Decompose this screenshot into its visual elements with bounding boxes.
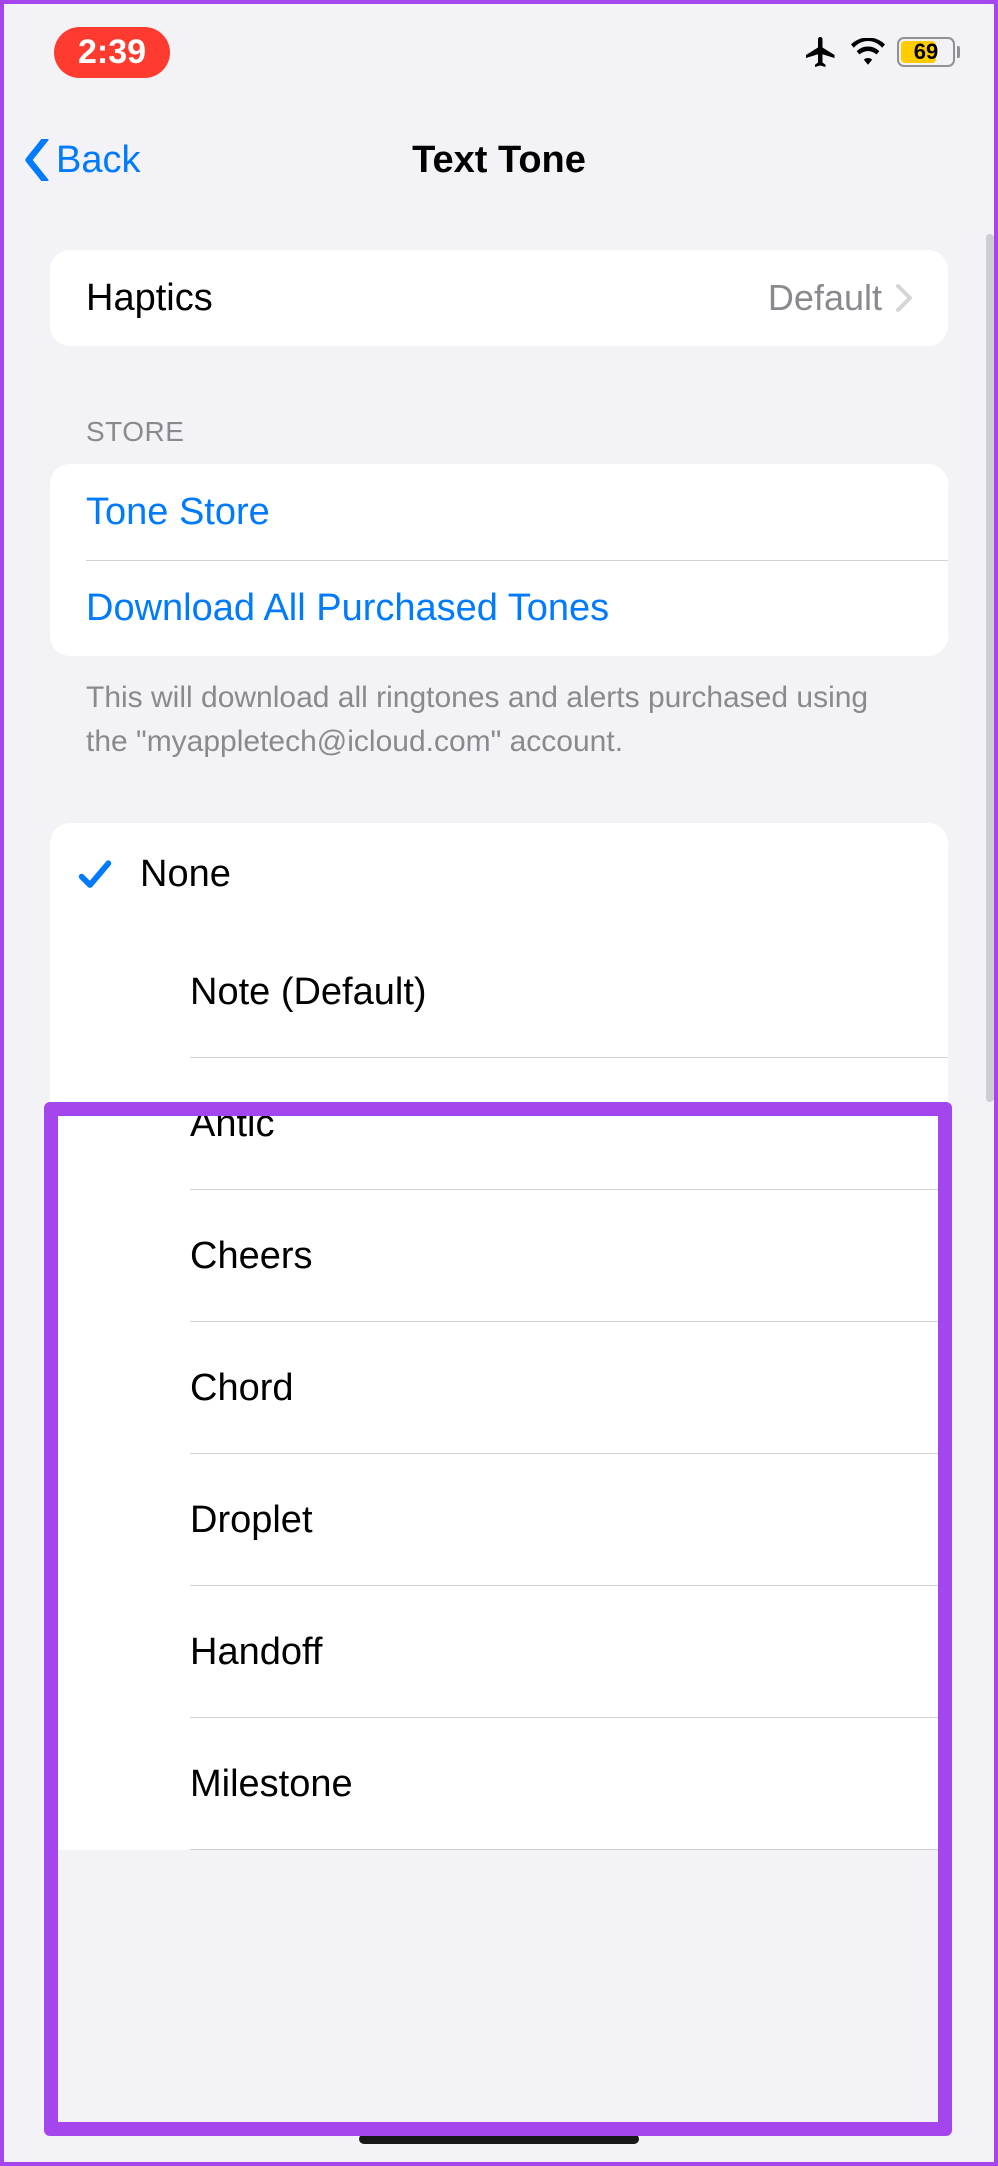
tone-row[interactable]: Milestone — [50, 1718, 948, 1850]
status-icons: 69 — [803, 34, 960, 70]
store-group: Tone Store Download All Purchased Tones — [50, 464, 948, 656]
checkmark-icon — [50, 855, 140, 895]
download-all-row[interactable]: Download All Purchased Tones — [50, 560, 948, 656]
content: Haptics Default STORE Tone Store Downloa… — [4, 220, 994, 1850]
store-header: STORE — [86, 416, 948, 448]
tone-label: Chord — [190, 1337, 948, 1440]
navigation-bar: Back Text Tone — [4, 100, 994, 220]
tone-label: Cheers — [190, 1205, 948, 1308]
tones-group: None Note (Default) Antic Cheers Chord Dropl… — [50, 823, 948, 1850]
home-indicator[interactable] — [359, 2134, 639, 2144]
back-button[interactable]: Back — [22, 139, 140, 182]
tone-label: None — [140, 823, 948, 926]
tone-row-none[interactable]: None — [50, 823, 948, 926]
back-label: Back — [56, 139, 140, 182]
screen: 2:39 69 Back Text Tone — [4, 4, 994, 2162]
tone-row[interactable]: Note (Default) — [50, 926, 948, 1058]
chevron-right-icon — [896, 284, 912, 312]
tone-label: Droplet — [190, 1469, 948, 1572]
battery-indicator: 69 — [897, 37, 960, 67]
page-title: Text Tone — [4, 139, 994, 182]
tone-row[interactable]: Handoff — [50, 1586, 948, 1718]
tone-row[interactable]: Droplet — [50, 1454, 948, 1586]
airplane-mode-icon — [803, 34, 839, 70]
tone-row[interactable]: Chord — [50, 1322, 948, 1454]
tone-label: Handoff — [190, 1601, 948, 1704]
store-footer: This will download all ringtones and ale… — [86, 676, 912, 763]
battery-level: 69 — [899, 39, 953, 65]
tone-row[interactable]: Antic — [50, 1058, 948, 1190]
download-all-label: Download All Purchased Tones — [86, 587, 912, 630]
tone-label: Note (Default) — [190, 941, 948, 1044]
status-bar: 2:39 69 — [4, 4, 994, 100]
wifi-icon — [851, 38, 885, 66]
tone-row[interactable]: Cheers — [50, 1190, 948, 1322]
tone-label: Antic — [190, 1073, 948, 1176]
haptics-label: Haptics — [86, 277, 768, 320]
chevron-left-icon — [22, 139, 52, 181]
tone-store-label: Tone Store — [86, 491, 912, 534]
tone-label: Milestone — [190, 1733, 948, 1836]
haptics-row[interactable]: Haptics Default — [50, 250, 948, 346]
scroll-indicator[interactable] — [986, 234, 994, 1102]
haptics-group: Haptics Default — [50, 250, 948, 346]
status-time-recording[interactable]: 2:39 — [54, 27, 170, 78]
haptics-value: Default — [768, 277, 882, 319]
tone-store-row[interactable]: Tone Store — [50, 464, 948, 560]
